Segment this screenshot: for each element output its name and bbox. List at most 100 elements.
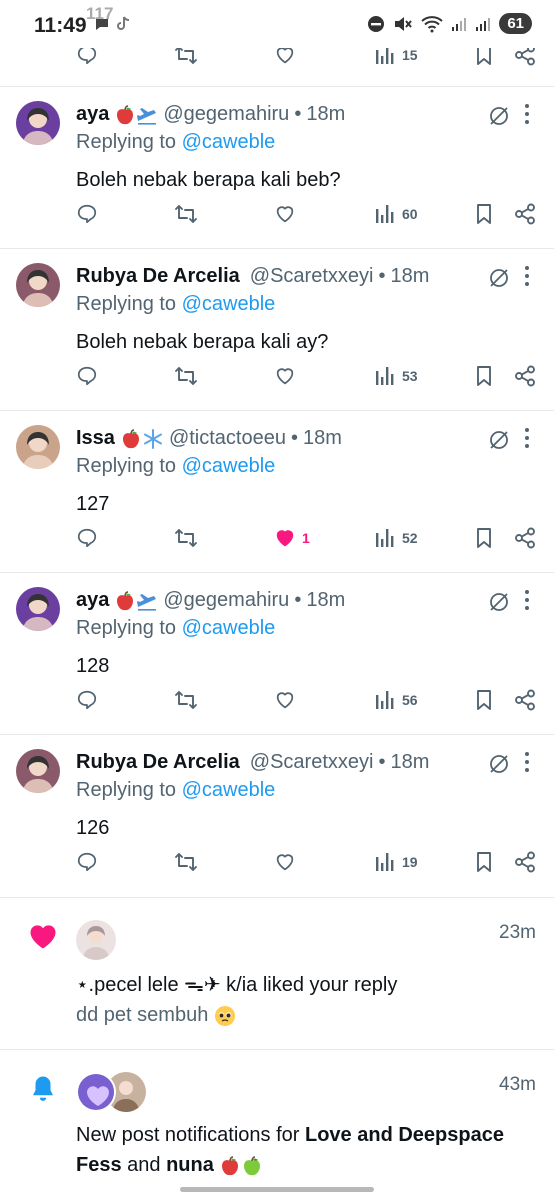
repost-button[interactable] [174, 851, 198, 873]
grok-icon[interactable] [488, 267, 510, 289]
tweet-3[interactable]: Issa @tictactoeeu • 18m Replying to @caw… [0, 410, 554, 572]
separator-dot: • [290, 427, 298, 449]
tweet-1[interactable]: aya @gegemahiru • 18m Replying to @caweb… [0, 86, 554, 248]
views-button[interactable]: 53 [374, 365, 418, 387]
views-count: 56 [402, 692, 418, 708]
handle[interactable]: @gegemahiru [163, 589, 289, 612]
name-emojis [114, 589, 158, 612]
display-name[interactable]: Issa [76, 427, 115, 450]
grok-icon[interactable] [488, 753, 510, 775]
red-apple-emoji-icon [122, 428, 139, 448]
mention-link[interactable]: @caweble [182, 131, 276, 153]
display-name[interactable]: aya [76, 589, 109, 612]
repost-button[interactable] [174, 689, 198, 711]
avatar[interactable] [16, 587, 60, 631]
repost-button[interactable] [174, 365, 198, 387]
views-button[interactable]: 19 [374, 851, 418, 873]
bookmark-button[interactable] [474, 203, 494, 225]
grok-icon[interactable] [488, 105, 510, 127]
mention-link[interactable]: @caweble [182, 779, 276, 801]
repost-button[interactable] [174, 203, 198, 225]
tweet-time: 18m [390, 751, 430, 773]
share-button[interactable] [514, 689, 536, 711]
tweet-2[interactable]: Rubya De Arcelia @Scaretxxeyi • 18m Repl… [0, 248, 554, 410]
reply-button[interactable] [76, 851, 98, 873]
reply-button[interactable] [76, 527, 98, 549]
share-button[interactable] [514, 365, 536, 387]
like-button[interactable] [274, 365, 302, 387]
tweet-text: 127 [76, 493, 110, 515]
signal-icon-1 [452, 17, 467, 31]
replying-to: Replying to @caweble [76, 455, 275, 478]
reply-button[interactable] [76, 689, 98, 711]
share-button[interactable] [514, 527, 536, 549]
like-button[interactable] [274, 689, 302, 711]
separator-dot: • [378, 751, 386, 773]
mention-link[interactable]: @caweble [182, 617, 276, 639]
separator-dot: • [294, 103, 302, 125]
more-options-icon[interactable] [522, 750, 532, 774]
views-count: 60 [402, 206, 418, 222]
display-name[interactable]: Rubya De Arcelia [76, 751, 240, 774]
bookmark-button[interactable] [474, 365, 494, 387]
repost-icon [175, 529, 197, 547]
views-count: 15 [402, 47, 418, 63]
handle[interactable]: @Scaretxxeyi [250, 751, 374, 774]
reply-button[interactable] [76, 365, 98, 387]
avatar[interactable] [16, 101, 60, 145]
home-indicator[interactable] [180, 1187, 374, 1192]
views-button[interactable]: 60 [374, 203, 418, 225]
repost-button[interactable] [174, 527, 198, 549]
share-button[interactable] [514, 203, 536, 225]
replying-prefix: Replying to [76, 779, 177, 801]
share-icon [515, 203, 535, 225]
account-link-nuna[interactable]: nuna [166, 1154, 214, 1176]
display-name[interactable]: Rubya De Arcelia [76, 265, 240, 288]
notification-like[interactable]: 23m ⋆.pecel lele ᯓ✈ k/ia liked your repl… [0, 897, 554, 1049]
more-options-icon[interactable] [522, 264, 532, 288]
tweet-4[interactable]: aya @gegemahiru • 18m Replying to @caweb… [0, 572, 554, 734]
replying-to: Replying to @caweble [76, 779, 275, 802]
reply-button[interactable] [76, 203, 98, 225]
grok-icon[interactable] [488, 591, 510, 613]
replying-to: Replying to @caweble [76, 131, 275, 154]
views-count: 52 [402, 530, 418, 546]
more-options-icon[interactable] [522, 102, 532, 126]
tweet-text: 126 [76, 817, 110, 839]
tweet-header: aya @gegemahiru • 18m [76, 103, 345, 126]
tweet-text: 128 [76, 655, 110, 677]
like-button[interactable]: 1 [274, 527, 310, 549]
avatar[interactable] [16, 263, 60, 307]
notification-new-posts[interactable]: 43m New post notifications for Love and … [0, 1049, 554, 1200]
handle[interactable]: @Scaretxxeyi [250, 265, 374, 288]
handle[interactable]: @gegemahiru [163, 103, 289, 126]
mention-link[interactable]: @caweble [182, 293, 276, 315]
mention-link[interactable]: @caweble [182, 455, 276, 477]
bookmark-button[interactable] [474, 851, 494, 873]
bookmark-icon [477, 528, 491, 548]
avatar[interactable] [76, 920, 116, 960]
display-name[interactable]: aya [76, 103, 109, 126]
avatar[interactable] [16, 425, 60, 469]
tweet-header: Rubya De Arcelia @Scaretxxeyi • 18m [76, 751, 429, 774]
tweet-5[interactable]: Rubya De Arcelia @Scaretxxeyi • 18m Repl… [0, 734, 554, 896]
handle[interactable]: @tictactoeeu [169, 427, 286, 450]
views-icon [376, 205, 394, 223]
views-icon [376, 367, 394, 385]
more-options-icon[interactable] [522, 426, 532, 450]
more-options-icon[interactable] [522, 588, 532, 612]
views-button[interactable]: 56 [374, 689, 418, 711]
grok-icon[interactable] [488, 429, 510, 451]
avatar-love-and-deepspace-fess[interactable] [76, 1072, 116, 1112]
reply-icon [77, 528, 97, 548]
heart-filled-icon [276, 530, 294, 547]
like-button[interactable] [274, 203, 302, 225]
share-button[interactable] [514, 851, 536, 873]
replying-to: Replying to @caweble [76, 293, 275, 316]
avatar[interactable] [16, 749, 60, 793]
bookmark-button[interactable] [474, 689, 494, 711]
views-button[interactable]: 52 [374, 527, 418, 549]
like-button[interactable] [274, 851, 302, 873]
tweet-time: 18m [306, 103, 346, 125]
bookmark-button[interactable] [474, 527, 494, 549]
